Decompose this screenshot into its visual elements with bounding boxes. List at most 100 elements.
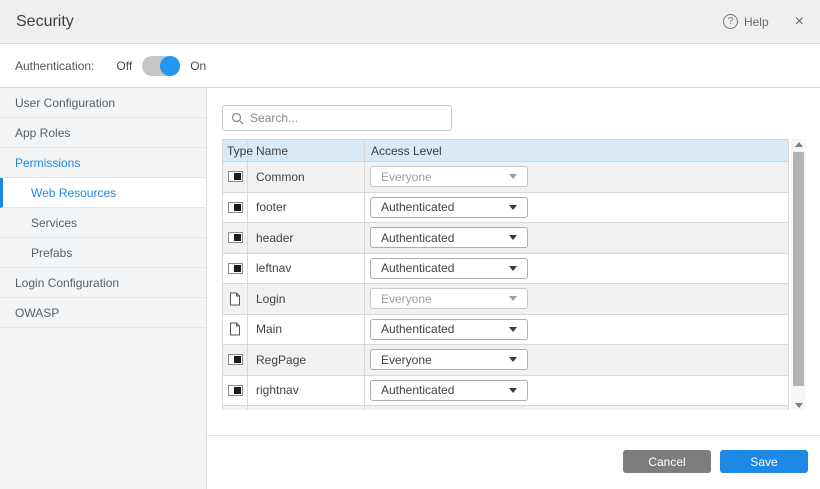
type-cell [223, 284, 248, 314]
help-button[interactable]: ? Help [723, 14, 769, 29]
type-cell [223, 162, 248, 192]
access-level-dropdown[interactable]: Everyone [370, 166, 528, 187]
access-level-cell: Everyone [365, 284, 788, 314]
table-row: footer Authenticated [223, 193, 789, 224]
name-cell: Login [248, 284, 365, 314]
sidebar-item-user-configuration[interactable]: User Configuration [0, 88, 206, 118]
content-panel: Type Name Access Level Common Everyone [207, 88, 820, 489]
type-cell [223, 315, 248, 345]
type-cell [223, 254, 248, 284]
access-level-value: Authenticated [381, 231, 509, 245]
sidebar-item-label: Prefabs [31, 246, 72, 260]
toggle-knob [160, 56, 180, 76]
sidebar-item-label: Login Configuration [15, 276, 119, 290]
vertical-scrollbar[interactable] [791, 139, 806, 410]
chevron-down-icon [509, 205, 517, 210]
partial-type-icon [228, 202, 243, 213]
chevron-down-icon [509, 327, 517, 332]
table-row: RegPage Everyone [223, 345, 789, 376]
name-cell: Main [248, 315, 365, 345]
chevron-down-icon [509, 266, 517, 271]
scroll-down-arrow[interactable] [791, 400, 806, 410]
search-input[interactable] [250, 111, 443, 125]
name-cell: header [248, 223, 365, 253]
access-level-cell: Everyone [365, 162, 788, 192]
access-level-value: Everyone [381, 170, 509, 184]
access-level-dropdown[interactable]: Authenticated [370, 380, 528, 401]
authentication-toggle[interactable] [142, 56, 180, 76]
scrollbar-track[interactable] [791, 149, 806, 400]
sidebar-item-label: OWASP [15, 306, 59, 320]
chevron-down-icon [509, 296, 517, 301]
sidebar-item-prefabs[interactable]: Prefabs [0, 238, 206, 268]
table-row: Login Everyone [223, 284, 789, 315]
resources-table: Type Name Access Level Common Everyone [222, 139, 820, 410]
toggle-off-label: Off [116, 59, 132, 73]
table-row: leftnav Authenticated [223, 254, 789, 285]
table-viewport: Type Name Access Level Common Everyone [222, 139, 789, 410]
page-type-icon [229, 322, 241, 336]
column-header-access-level: Access Level [365, 140, 788, 161]
sidebar-item-web-resources[interactable]: Web Resources [0, 178, 206, 208]
table-row: header Authenticated [223, 223, 789, 254]
partial-type-icon [228, 171, 243, 182]
triangle-up-icon [795, 142, 803, 147]
access-level-value: Authenticated [381, 261, 509, 275]
access-level-dropdown[interactable]: Everyone [370, 288, 528, 309]
sidebar-item-services[interactable]: Services [0, 208, 206, 238]
access-level-value: Authenticated [381, 322, 509, 336]
access-level-dropdown[interactable]: Authenticated [370, 227, 528, 248]
access-level-dropdown[interactable]: Authenticated [370, 197, 528, 218]
name-cell [248, 406, 365, 410]
chevron-down-icon [509, 357, 517, 362]
access-level-dropdown[interactable]: Authenticated [370, 258, 528, 279]
access-level-cell: Authenticated [365, 193, 788, 223]
footer-actions: Cancel Save [207, 436, 820, 473]
page-title: Security [16, 13, 74, 31]
type-cell [223, 406, 248, 410]
sidebar: User Configuration App Roles Permissions… [0, 88, 207, 489]
help-label: Help [744, 15, 769, 29]
column-header-type: Type [223, 140, 248, 161]
access-level-cell: Authenticated [365, 254, 788, 284]
triangle-down-icon [795, 403, 803, 408]
sidebar-item-app-roles[interactable]: App Roles [0, 118, 206, 148]
sidebar-item-label: Permissions [15, 156, 80, 170]
scrollbar-thumb[interactable] [793, 152, 804, 386]
search-box [222, 105, 452, 131]
partial-type-icon [228, 354, 243, 365]
access-level-cell: Everyone [365, 345, 788, 375]
partial-type-icon [228, 385, 243, 396]
access-level-value: Authenticated [381, 383, 509, 397]
chevron-down-icon [509, 174, 517, 179]
sidebar-item-permissions[interactable]: Permissions [0, 148, 206, 178]
access-level-cell: Authenticated [365, 376, 788, 406]
sidebar-item-label: App Roles [15, 126, 70, 140]
sidebar-item-label: Web Resources [31, 186, 116, 200]
access-level-dropdown[interactable]: Authenticated [370, 319, 528, 340]
table-row: Main Authenticated [223, 315, 789, 346]
chevron-down-icon [509, 235, 517, 240]
name-cell: footer [248, 193, 365, 223]
save-button[interactable]: Save [720, 450, 808, 473]
table-body: Common Everyone footer Authenticated [223, 162, 789, 410]
access-level-cell: Authenticated [365, 315, 788, 345]
chevron-down-icon [509, 388, 517, 393]
sidebar-item-owasp[interactable]: OWASP [0, 298, 206, 328]
access-level-cell: Authenticated [365, 223, 788, 253]
table-row: rightnav Authenticated [223, 376, 789, 407]
name-cell: RegPage [248, 345, 365, 375]
access-level-dropdown[interactable]: Everyone [370, 349, 528, 370]
table-row: Common Everyone [223, 162, 789, 193]
page-type-icon [229, 292, 241, 306]
scroll-up-arrow[interactable] [791, 139, 806, 149]
access-level-value: Everyone [381, 353, 509, 367]
access-level-value: Everyone [381, 292, 509, 306]
sidebar-item-login-configuration[interactable]: Login Configuration [0, 268, 206, 298]
name-cell: Common [248, 162, 365, 192]
cancel-button[interactable]: Cancel [623, 450, 711, 473]
close-icon[interactable]: × [795, 14, 804, 30]
type-cell [223, 376, 248, 406]
partial-type-icon [228, 263, 243, 274]
table-header-row: Type Name Access Level [223, 139, 789, 162]
